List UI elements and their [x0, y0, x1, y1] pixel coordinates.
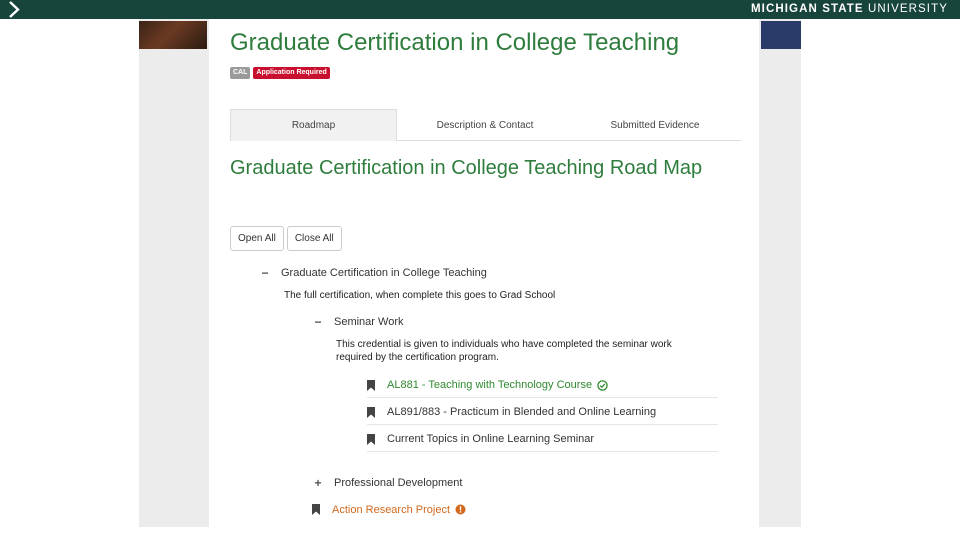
tree-node-description: The full certification, when complete th…: [284, 290, 556, 301]
course-row[interactable]: AL881 - Teaching with Technology Course: [367, 373, 718, 398]
tree-node-label: Graduate Certification in College Teachi…: [281, 267, 487, 279]
action-research-row[interactable]: Action Research Project: [312, 497, 732, 522]
roadmap-title: Graduate Certification in College Teachi…: [230, 157, 703, 179]
bookmark-icon: [367, 379, 375, 391]
collapse-icon[interactable]: −: [312, 315, 324, 329]
expand-icon[interactable]: +: [312, 476, 324, 490]
action-research-link[interactable]: Action Research Project: [332, 504, 450, 516]
background-photo-left: [139, 21, 207, 49]
bookmark-icon: [312, 504, 320, 515]
tab-submitted-evidence[interactable]: Submitted Evidence: [573, 109, 737, 141]
app-screenshot: Graduate Certification in College Teachi…: [139, 19, 801, 527]
check-circle-icon: [597, 379, 608, 391]
open-all-button[interactable]: Open All: [230, 226, 284, 251]
course-label: Current Topics in Online Learning Semina…: [387, 433, 595, 445]
warning-circle-icon: [455, 504, 466, 515]
tree-node-description: This credential is given to individuals …: [336, 339, 672, 363]
tree-node-certification[interactable]: − Graduate Certification in College Teac…: [259, 266, 487, 280]
close-all-button[interactable]: Close All: [286, 226, 342, 251]
application-required-badge: Application Required: [253, 67, 330, 79]
course-label: AL891/883 - Practicum in Blended and Onl…: [387, 406, 657, 418]
badge-group: CAL Application Required: [230, 67, 330, 79]
tree-node-label: Professional Development: [334, 477, 463, 489]
course-row[interactable]: AL891/883 - Practicum in Blended and Onl…: [367, 400, 718, 425]
presentation-header-bar: MICHIGAN STATE UNIVERSITY: [0, 0, 960, 19]
bookmark-icon: [367, 433, 375, 445]
bookmark-icon: [367, 406, 375, 418]
chevron-right-icon: [9, 1, 20, 18]
tree-node-label: Seminar Work: [334, 316, 404, 328]
course-link[interactable]: AL881 - Teaching with Technology Course: [387, 379, 592, 391]
tab-description-contact[interactable]: Description & Contact: [397, 109, 573, 141]
university-wordmark: MICHIGAN STATE UNIVERSITY: [750, 3, 948, 15]
tree-node-seminar-work[interactable]: − Seminar Work: [312, 315, 403, 329]
collapse-icon[interactable]: −: [259, 266, 271, 280]
tab-bar: Roadmap Description & Contact Submitted …: [230, 109, 741, 141]
cal-badge: CAL: [230, 67, 251, 79]
background-photo-right: [761, 21, 801, 49]
expand-controls: Open All Close All: [230, 226, 342, 251]
tab-roadmap[interactable]: Roadmap: [230, 109, 397, 141]
page-title: Graduate Certification in College Teachi…: [230, 29, 680, 56]
course-row[interactable]: Current Topics in Online Learning Semina…: [367, 427, 718, 452]
tree-node-professional-development[interactable]: + Professional Development: [312, 476, 462, 490]
